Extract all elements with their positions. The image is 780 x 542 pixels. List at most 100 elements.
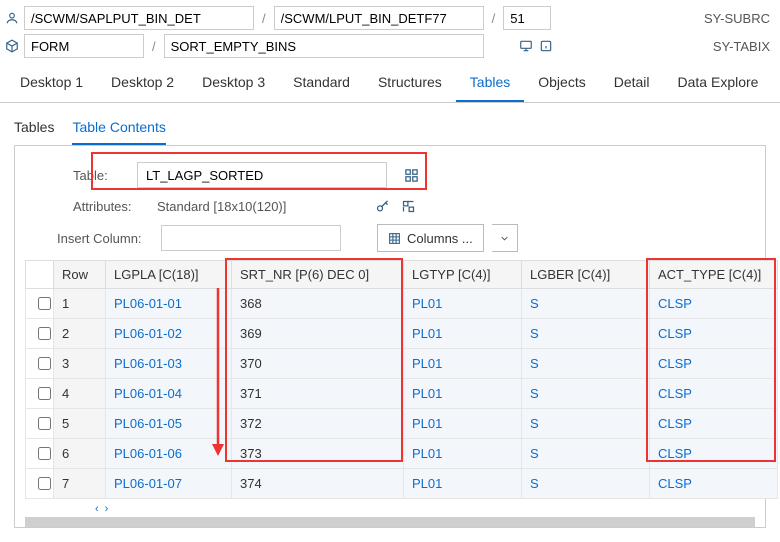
row-number: 6 [54, 439, 106, 469]
col-act-type[interactable]: ACT_TYPE [C(4)] [650, 261, 778, 289]
table-row[interactable]: 6PL06-01-06373PL01SCLSP [26, 439, 778, 469]
program-toolbar: / / SY-SUBRC / SY-TABIX [0, 0, 780, 64]
table-row[interactable]: 5 PL06-01-05 372 PL01 S CLSP [26, 409, 778, 439]
insert-column-label: Insert Column: [57, 231, 153, 246]
tab-objects[interactable]: Objects [524, 64, 599, 102]
table-row[interactable]: 4 PL06-01-04 371 PL01 S CLSP [26, 379, 778, 409]
cell-srt-nr: 372 [240, 416, 262, 431]
table-name-row: Table: [73, 162, 755, 188]
cell-lgpla[interactable]: PL06-01-02 [114, 326, 182, 341]
info-icon[interactable] [538, 38, 554, 54]
cell-lgpla[interactable]: PL06-01-04 [114, 386, 182, 401]
cell-lgpla[interactable]: PL06-01-05 [114, 416, 182, 431]
columns-config-button[interactable]: Columns ... [377, 224, 484, 252]
table-row[interactable]: 2PL06-01-02369PL01SCLSP [26, 319, 778, 349]
tab-desktop-3[interactable]: Desktop 3 [188, 64, 279, 102]
columns-dropdown-toggle[interactable] [492, 224, 518, 252]
key-icon[interactable] [374, 198, 390, 214]
insert-column-input[interactable] [161, 225, 341, 251]
table-label: Table: [73, 168, 129, 183]
table-row[interactable]: 1 PL06-01-01 368 PL01 S CLSP [26, 289, 778, 319]
include-input[interactable] [274, 6, 484, 30]
cell-lgpla[interactable]: PL06-01-06 [114, 446, 182, 461]
sy-subrc-label: SY-SUBRC [698, 8, 776, 29]
attributes-value: Standard [18x10(120)] [157, 199, 286, 214]
row-checkbox[interactable] [38, 327, 51, 340]
tab-desktop-2[interactable]: Desktop 2 [97, 64, 188, 102]
horizontal-scroll-arrows[interactable]: ‹› [25, 499, 755, 515]
col-row[interactable]: Row [54, 261, 106, 289]
attributes-label: Attributes: [73, 199, 149, 214]
cell-lgtyp[interactable]: PL01 [412, 356, 442, 371]
col-lgtyp[interactable]: LGTYP [C(4)] [404, 261, 522, 289]
tab-desktop-1[interactable]: Desktop 1 [6, 64, 97, 102]
line-input[interactable] [503, 6, 551, 30]
bottom-scrollbar[interactable] [25, 517, 755, 527]
expand-icon[interactable] [400, 198, 416, 214]
cell-srt-nr: 371 [240, 386, 262, 401]
cell-lgtyp[interactable]: PL01 [412, 446, 442, 461]
event-type-input[interactable] [24, 34, 144, 58]
cell-lgber[interactable]: S [530, 326, 539, 341]
program-input[interactable] [24, 6, 254, 30]
cell-act-type[interactable]: CLSP [658, 446, 692, 461]
monitor-icon[interactable] [518, 38, 534, 54]
tab-standard[interactable]: Standard [279, 64, 364, 102]
row-checkbox[interactable] [38, 297, 51, 310]
tab-detail[interactable]: Detail [600, 64, 664, 102]
table-row[interactable]: 7PL06-01-07374PL01SCLSP [26, 469, 778, 499]
table-icon [388, 232, 401, 245]
cell-lgber[interactable]: S [530, 416, 539, 431]
tab-data-explorer[interactable]: Data Explore [664, 64, 773, 102]
separator: / [148, 39, 160, 54]
row-checkbox[interactable] [38, 387, 51, 400]
tab-structures[interactable]: Structures [364, 64, 456, 102]
cell-lgtyp[interactable]: PL01 [412, 296, 442, 311]
row-number: 2 [54, 319, 106, 349]
row-checkbox[interactable] [38, 357, 51, 370]
row-checkbox[interactable] [38, 447, 51, 460]
row-checkbox[interactable] [38, 417, 51, 430]
cell-srt-nr: 368 [240, 296, 262, 311]
cell-lgber[interactable]: S [530, 386, 539, 401]
cell-lgtyp[interactable]: PL01 [412, 386, 442, 401]
table-row[interactable]: 3PL06-01-03370PL01SCLSP [26, 349, 778, 379]
row-number: 5 [54, 409, 106, 439]
subtab-tables[interactable]: Tables [14, 113, 54, 145]
cell-lgpla[interactable]: PL06-01-01 [114, 296, 182, 311]
cell-lgtyp[interactable]: PL01 [412, 476, 442, 491]
cell-lgber[interactable]: S [530, 476, 539, 491]
col-lgber[interactable]: LGBER [C(4)] [522, 261, 650, 289]
tab-tables[interactable]: Tables [456, 64, 524, 102]
cell-lgtyp[interactable]: PL01 [412, 416, 442, 431]
row-number: 7 [54, 469, 106, 499]
subtab-table-contents[interactable]: Table Contents [72, 113, 165, 145]
event-name-input[interactable] [164, 34, 484, 58]
cell-act-type[interactable]: CLSP [658, 356, 692, 371]
row-number: 4 [54, 379, 106, 409]
data-grid: Row LGPLA [C(18)] SRT_NR [P(6) DEC 0] LG… [25, 260, 778, 499]
grid-icon[interactable] [403, 167, 419, 183]
scroll-left-icon: ‹ [95, 503, 99, 515]
cell-act-type[interactable]: CLSP [658, 386, 692, 401]
cell-lgber[interactable]: S [530, 356, 539, 371]
cell-lgber[interactable]: S [530, 446, 539, 461]
cell-act-type[interactable]: CLSP [658, 416, 692, 431]
col-checkbox [26, 261, 54, 289]
cell-srt-nr: 370 [240, 356, 262, 371]
table-name-input[interactable] [137, 162, 387, 188]
attributes-row: Attributes: Standard [18x10(120)] [73, 198, 755, 214]
cell-act-type[interactable]: CLSP [658, 296, 692, 311]
col-srt-nr[interactable]: SRT_NR [P(6) DEC 0] [232, 261, 404, 289]
cell-lgtyp[interactable]: PL01 [412, 326, 442, 341]
insert-column-row: Insert Column: Columns ... [57, 224, 755, 252]
cell-lgpla[interactable]: PL06-01-03 [114, 356, 182, 371]
row-checkbox[interactable] [38, 477, 51, 490]
cell-lgber[interactable]: S [530, 296, 539, 311]
cell-act-type[interactable]: CLSP [658, 326, 692, 341]
cell-lgpla[interactable]: PL06-01-07 [114, 476, 182, 491]
col-lgpla[interactable]: LGPLA [C(18)] [106, 261, 232, 289]
cube-icon [4, 38, 20, 54]
cell-act-type[interactable]: CLSP [658, 476, 692, 491]
row-number: 1 [54, 289, 106, 319]
